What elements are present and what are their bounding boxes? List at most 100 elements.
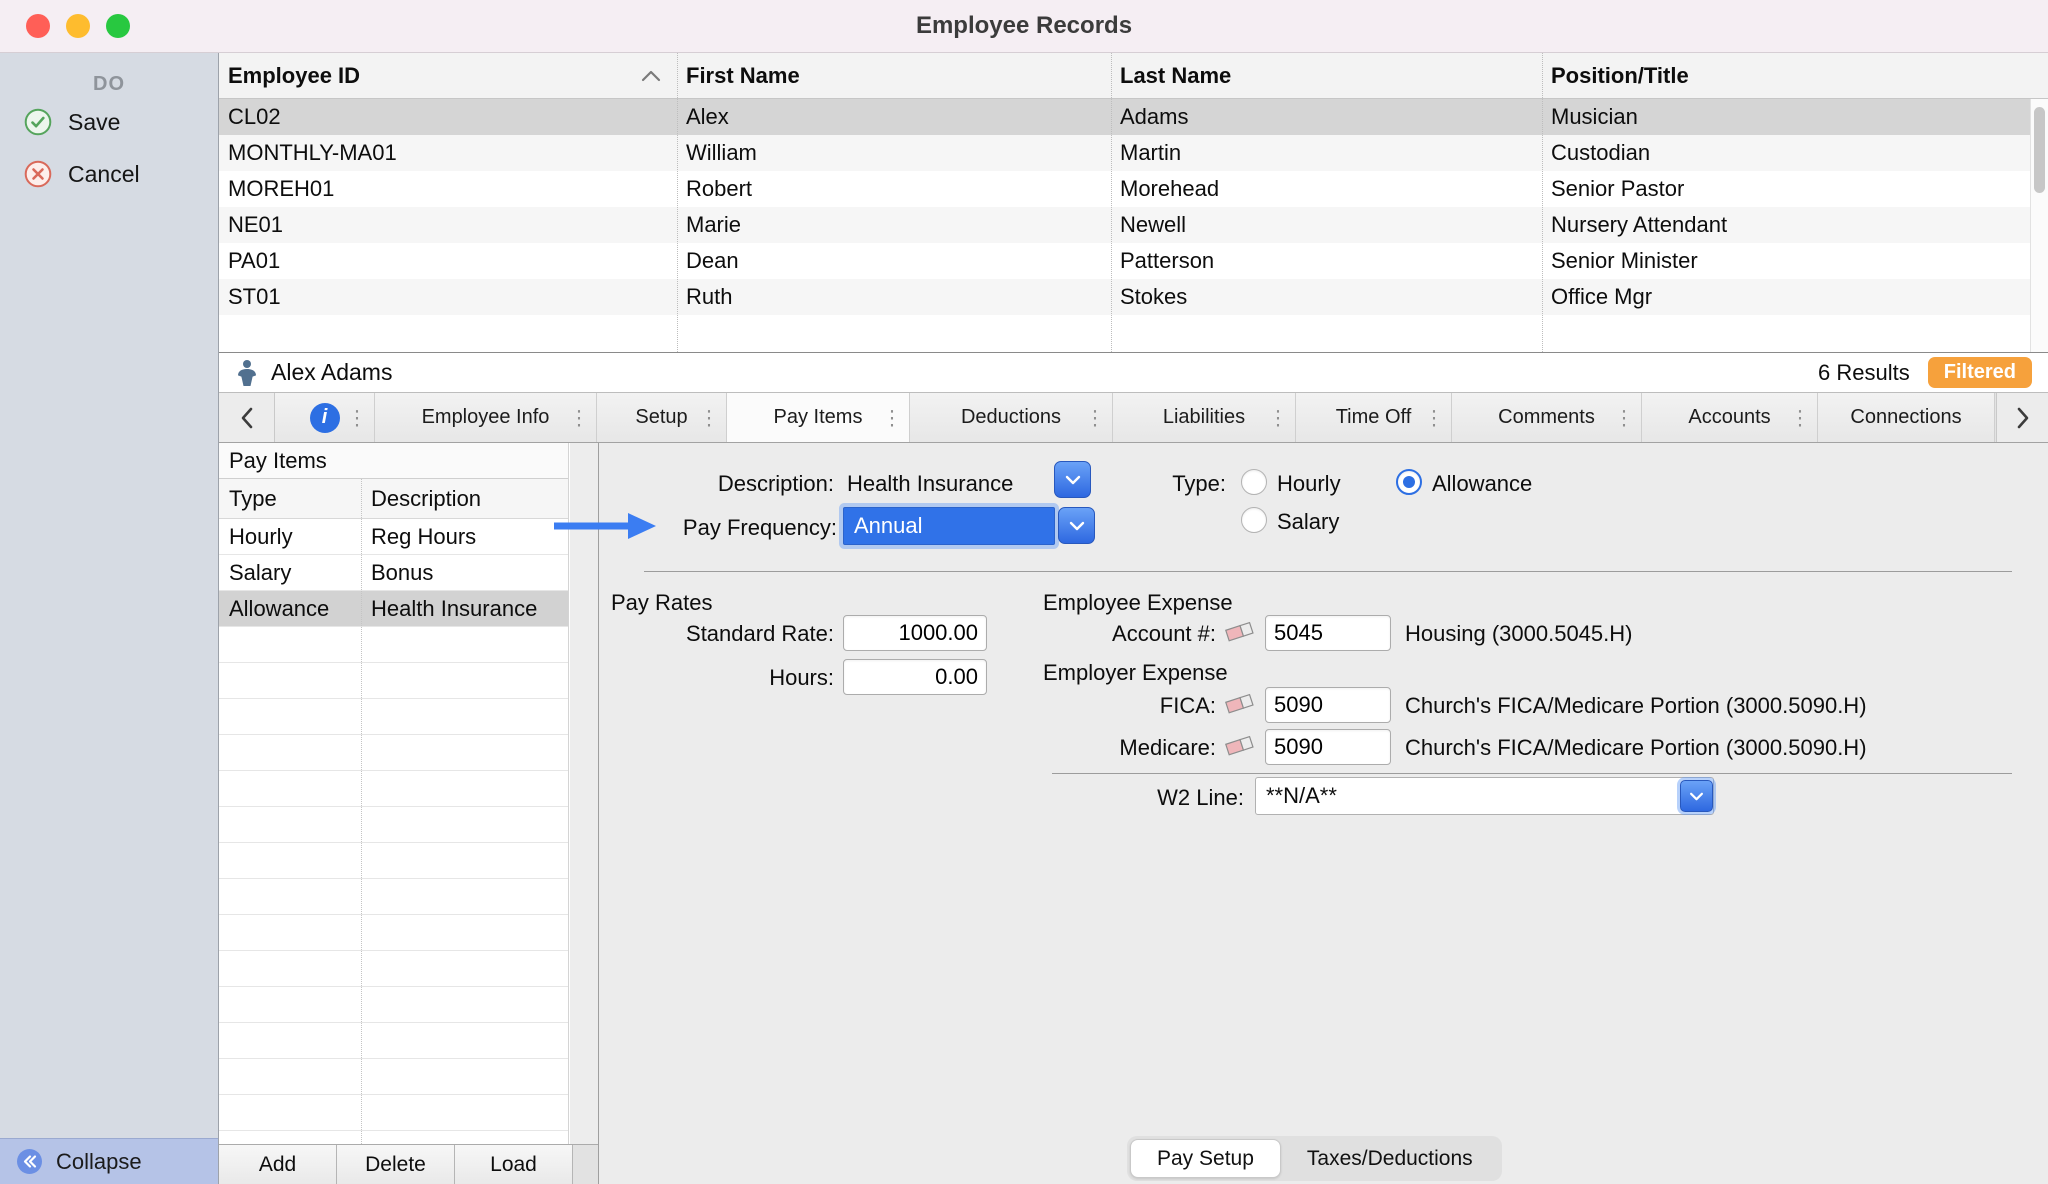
standard-rate-input[interactable] bbox=[843, 615, 987, 651]
cell-last-name: Adams bbox=[1111, 104, 1542, 130]
column-header-first-name[interactable]: First Name bbox=[677, 53, 1111, 98]
tab-menu-dots-icon[interactable]: ⋮ bbox=[699, 405, 719, 430]
cell-type: Allowance bbox=[219, 596, 361, 622]
type-option-salary[interactable]: Salary bbox=[1277, 509, 1339, 535]
column-header-last-name[interactable]: Last Name bbox=[1111, 53, 1542, 98]
titlebar: Employee Records bbox=[0, 0, 2048, 53]
pay-items-column-headers: Type Description bbox=[219, 479, 568, 519]
cell-position: Senior Pastor bbox=[1542, 176, 2048, 202]
zoom-window-button[interactable] bbox=[106, 14, 130, 38]
pay-frequency-dropdown-button[interactable] bbox=[1058, 507, 1095, 544]
tab-deductions[interactable]: Deductions ⋮ bbox=[910, 393, 1113, 442]
tab-connections[interactable]: Connections bbox=[1818, 393, 1995, 442]
tab-menu-dots-icon[interactable]: ⋮ bbox=[882, 405, 902, 430]
cell-description: Bonus bbox=[361, 560, 568, 586]
load-button[interactable]: Load bbox=[455, 1145, 573, 1184]
description-dropdown-button[interactable] bbox=[1054, 461, 1091, 498]
tab-menu-dots-icon[interactable]: ⋮ bbox=[1614, 405, 1634, 430]
tab-menu-dots-icon[interactable]: ⋮ bbox=[1790, 405, 1810, 430]
save-button[interactable]: Save bbox=[0, 96, 218, 148]
pay-items-actions: Add Delete Load bbox=[219, 1144, 598, 1184]
cell-employee-id: PA01 bbox=[219, 248, 677, 274]
tab-menu-dots-icon[interactable]: ⋮ bbox=[347, 405, 367, 430]
save-check-icon bbox=[24, 108, 52, 136]
table-row[interactable]: NE01 Marie Newell Nursery Attendant bbox=[219, 207, 2048, 243]
tab-comments[interactable]: Comments ⋮ bbox=[1452, 393, 1642, 442]
table-row[interactable]: PA01 Dean Patterson Senior Minister bbox=[219, 243, 2048, 279]
tab-record-info[interactable]: i ⋮ bbox=[275, 393, 375, 442]
cell-last-name: Newell bbox=[1111, 212, 1542, 238]
table-row[interactable]: ST01 Ruth Stokes Office Mgr bbox=[219, 279, 2048, 315]
type-option-hourly[interactable]: Hourly bbox=[1277, 471, 1341, 497]
cell-employee-id: NE01 bbox=[219, 212, 677, 238]
account-number-input[interactable] bbox=[1265, 615, 1391, 651]
table-row[interactable]: MONTHLY-MA01 William Martin Custodian bbox=[219, 135, 2048, 171]
cell-first-name: Dean bbox=[677, 248, 1111, 274]
collapse-button[interactable]: Collapse bbox=[0, 1138, 218, 1184]
eraser-icon[interactable] bbox=[1223, 689, 1257, 719]
info-icon: i bbox=[310, 403, 340, 433]
hours-input[interactable] bbox=[843, 659, 987, 695]
delete-button[interactable]: Delete bbox=[337, 1145, 455, 1184]
tab-employee-info[interactable]: Employee Info ⋮ bbox=[375, 393, 597, 442]
type-radio-hourly[interactable] bbox=[1241, 469, 1267, 495]
tab-menu-dots-icon[interactable]: ⋮ bbox=[1268, 405, 1288, 430]
close-window-button[interactable] bbox=[26, 14, 50, 38]
table-scrollbar[interactable] bbox=[2030, 99, 2048, 352]
eraser-icon[interactable] bbox=[1223, 617, 1257, 647]
type-radio-allowance[interactable] bbox=[1396, 469, 1422, 495]
tab-liabilities[interactable]: Liabilities ⋮ bbox=[1113, 393, 1296, 442]
w2-line-label: W2 Line: bbox=[1044, 785, 1244, 811]
pay-item-row[interactable]: Hourly Reg Hours bbox=[219, 519, 568, 555]
chevron-right-icon bbox=[2016, 407, 2030, 429]
results-count: 6 Results bbox=[1818, 360, 1910, 386]
pay-frequency-dropdown[interactable]: Annual bbox=[843, 507, 1055, 545]
w2-line-dropdown-button[interactable] bbox=[1680, 780, 1713, 812]
table-row[interactable]: CL02 Alex Adams Musician bbox=[219, 99, 2048, 135]
type-option-allowance[interactable]: Allowance bbox=[1432, 471, 1532, 497]
description-label: Description: bbox=[637, 471, 834, 497]
employer-expense-heading: Employer Expense bbox=[1043, 660, 1228, 686]
column-header-position[interactable]: Position/Title bbox=[1542, 53, 2048, 98]
tab-setup[interactable]: Setup ⋮ bbox=[597, 393, 727, 442]
minimize-window-button[interactable] bbox=[66, 14, 90, 38]
tabs-scroll-left-button[interactable] bbox=[219, 393, 275, 442]
tab-pay-items[interactable]: Pay Items ⋮ bbox=[727, 393, 910, 442]
table-row[interactable]: MOREH01 Robert Morehead Senior Pastor bbox=[219, 171, 2048, 207]
medicare-account-input[interactable] bbox=[1265, 729, 1391, 765]
pay-items-panel: Pay Items Type Description Hourly Reg Ho… bbox=[219, 443, 599, 1184]
tab-pay-setup[interactable]: Pay Setup bbox=[1130, 1139, 1281, 1178]
cell-last-name: Patterson bbox=[1111, 248, 1542, 274]
cell-employee-id: CL02 bbox=[219, 104, 677, 130]
tab-content: Pay Items Type Description Hourly Reg Ho… bbox=[219, 443, 2048, 1184]
pointer-arrow bbox=[552, 510, 658, 542]
collapse-chevrons-icon bbox=[16, 1148, 43, 1175]
filtered-badge[interactable]: Filtered bbox=[1928, 357, 2032, 388]
pay-rates-heading: Pay Rates bbox=[611, 590, 713, 616]
cell-first-name: Marie bbox=[677, 212, 1111, 238]
column-header-employee-id[interactable]: Employee ID bbox=[219, 53, 677, 98]
scrollbar-thumb[interactable] bbox=[2034, 107, 2045, 193]
fica-label: FICA: bbox=[1026, 693, 1216, 719]
pay-item-row[interactable]: Allowance Health Insurance bbox=[219, 591, 568, 627]
pay-item-row[interactable]: Salary Bonus bbox=[219, 555, 568, 591]
cell-employee-id: ST01 bbox=[219, 284, 677, 310]
chevron-down-icon bbox=[1065, 475, 1081, 485]
tab-accounts[interactable]: Accounts ⋮ bbox=[1642, 393, 1818, 442]
tab-menu-dots-icon[interactable]: ⋮ bbox=[569, 405, 589, 430]
cell-position: Custodian bbox=[1542, 140, 2048, 166]
person-icon bbox=[233, 358, 261, 388]
add-button[interactable]: Add bbox=[219, 1145, 337, 1184]
tabs-scroll-right-button[interactable] bbox=[1996, 393, 2048, 442]
fica-account-input[interactable] bbox=[1265, 687, 1391, 723]
tab-taxes-deductions[interactable]: Taxes/Deductions bbox=[1281, 1139, 1499, 1178]
w2-line-dropdown[interactable]: **N/A** bbox=[1255, 777, 1714, 815]
tab-time-off[interactable]: Time Off ⋮ bbox=[1296, 393, 1452, 442]
cancel-button[interactable]: Cancel bbox=[0, 148, 218, 200]
type-radio-salary[interactable] bbox=[1241, 507, 1267, 533]
eraser-icon[interactable] bbox=[1223, 731, 1257, 761]
employee-expense-heading: Employee Expense bbox=[1043, 590, 1233, 616]
tab-menu-dots-icon[interactable]: ⋮ bbox=[1424, 405, 1444, 430]
cell-position: Office Mgr bbox=[1542, 284, 2048, 310]
tab-menu-dots-icon[interactable]: ⋮ bbox=[1085, 405, 1105, 430]
